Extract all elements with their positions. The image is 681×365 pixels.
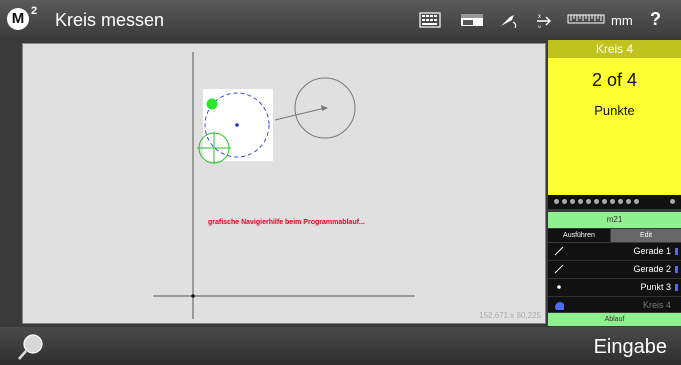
window-layout-icon[interactable] [460, 12, 484, 28]
measurement-canvas[interactable]: grafische Navigierhilfe beim Programmabl… [22, 43, 546, 324]
circle-icon [555, 302, 564, 310]
tab-edit[interactable]: Edit [611, 229, 681, 242]
top-toolbar: M 2 Kreis messen x y mm ? [0, 0, 681, 40]
program-name[interactable]: m21 [548, 212, 681, 228]
svg-text:x: x [538, 14, 541, 20]
points-label: Punkte [594, 103, 635, 118]
zoom-pointer [274, 107, 326, 121]
step-marker [675, 266, 678, 273]
step-label: Gerade 2 [633, 264, 671, 274]
step-label: Kreis 4 [642, 300, 671, 310]
help-button[interactable]: ? [650, 9, 661, 30]
point-count: 2 of 4 [591, 70, 638, 90]
circle-center [235, 123, 239, 127]
page-dots[interactable] [548, 195, 681, 209]
step-marker [675, 248, 678, 255]
zoom-pointer-head [321, 105, 328, 111]
point-icon [557, 285, 561, 289]
run-button[interactable]: Ablauf [548, 313, 681, 326]
line-icon [554, 264, 564, 274]
step-item[interactable]: Gerade 2 [548, 261, 681, 279]
axis-arrow-icon[interactable]: x y [535, 12, 555, 28]
app-logo-superscript: 2 [31, 5, 38, 17]
enter-button[interactable]: Eingabe [594, 336, 667, 359]
feature-status-panel: Kreis 4 2 of 4 Punkte [548, 40, 681, 195]
line-icon [554, 246, 564, 256]
magnifier-icon[interactable] [16, 333, 46, 361]
canvas-graphics [153, 52, 415, 319]
svg-text:y: y [538, 25, 541, 28]
program-step-list: Gerade 1 Gerade 2 Punkt 3 Kreis 4 [548, 243, 681, 312]
step-label: Gerade 1 [633, 246, 671, 256]
feature-name: Kreis 4 [548, 40, 681, 58]
step-marker [675, 284, 678, 291]
keypad-icon[interactable] [419, 12, 441, 28]
probe-icon[interactable] [498, 12, 520, 28]
tab-execute[interactable]: Ausführen [548, 229, 610, 242]
page-title: Kreis messen [55, 10, 165, 30]
unit-label[interactable]: mm [611, 13, 633, 28]
step-item[interactable]: Gerade 1 [548, 243, 681, 261]
origin-point [191, 294, 195, 298]
app-logo[interactable]: M [7, 8, 29, 30]
step-item[interactable]: Punkt 3 [548, 279, 681, 297]
bottom-toolbar: Eingabe [0, 327, 681, 365]
navigation-hint: grafische Navigierhilfe beim Programmabl… [208, 219, 365, 226]
step-item[interactable]: Kreis 4 [548, 297, 681, 312]
ruler-icon[interactable] [567, 12, 605, 28]
step-label: Punkt 3 [640, 282, 671, 292]
measured-point [206, 98, 218, 110]
coordinate-readout: 152,671 x 80,225 [479, 311, 541, 320]
